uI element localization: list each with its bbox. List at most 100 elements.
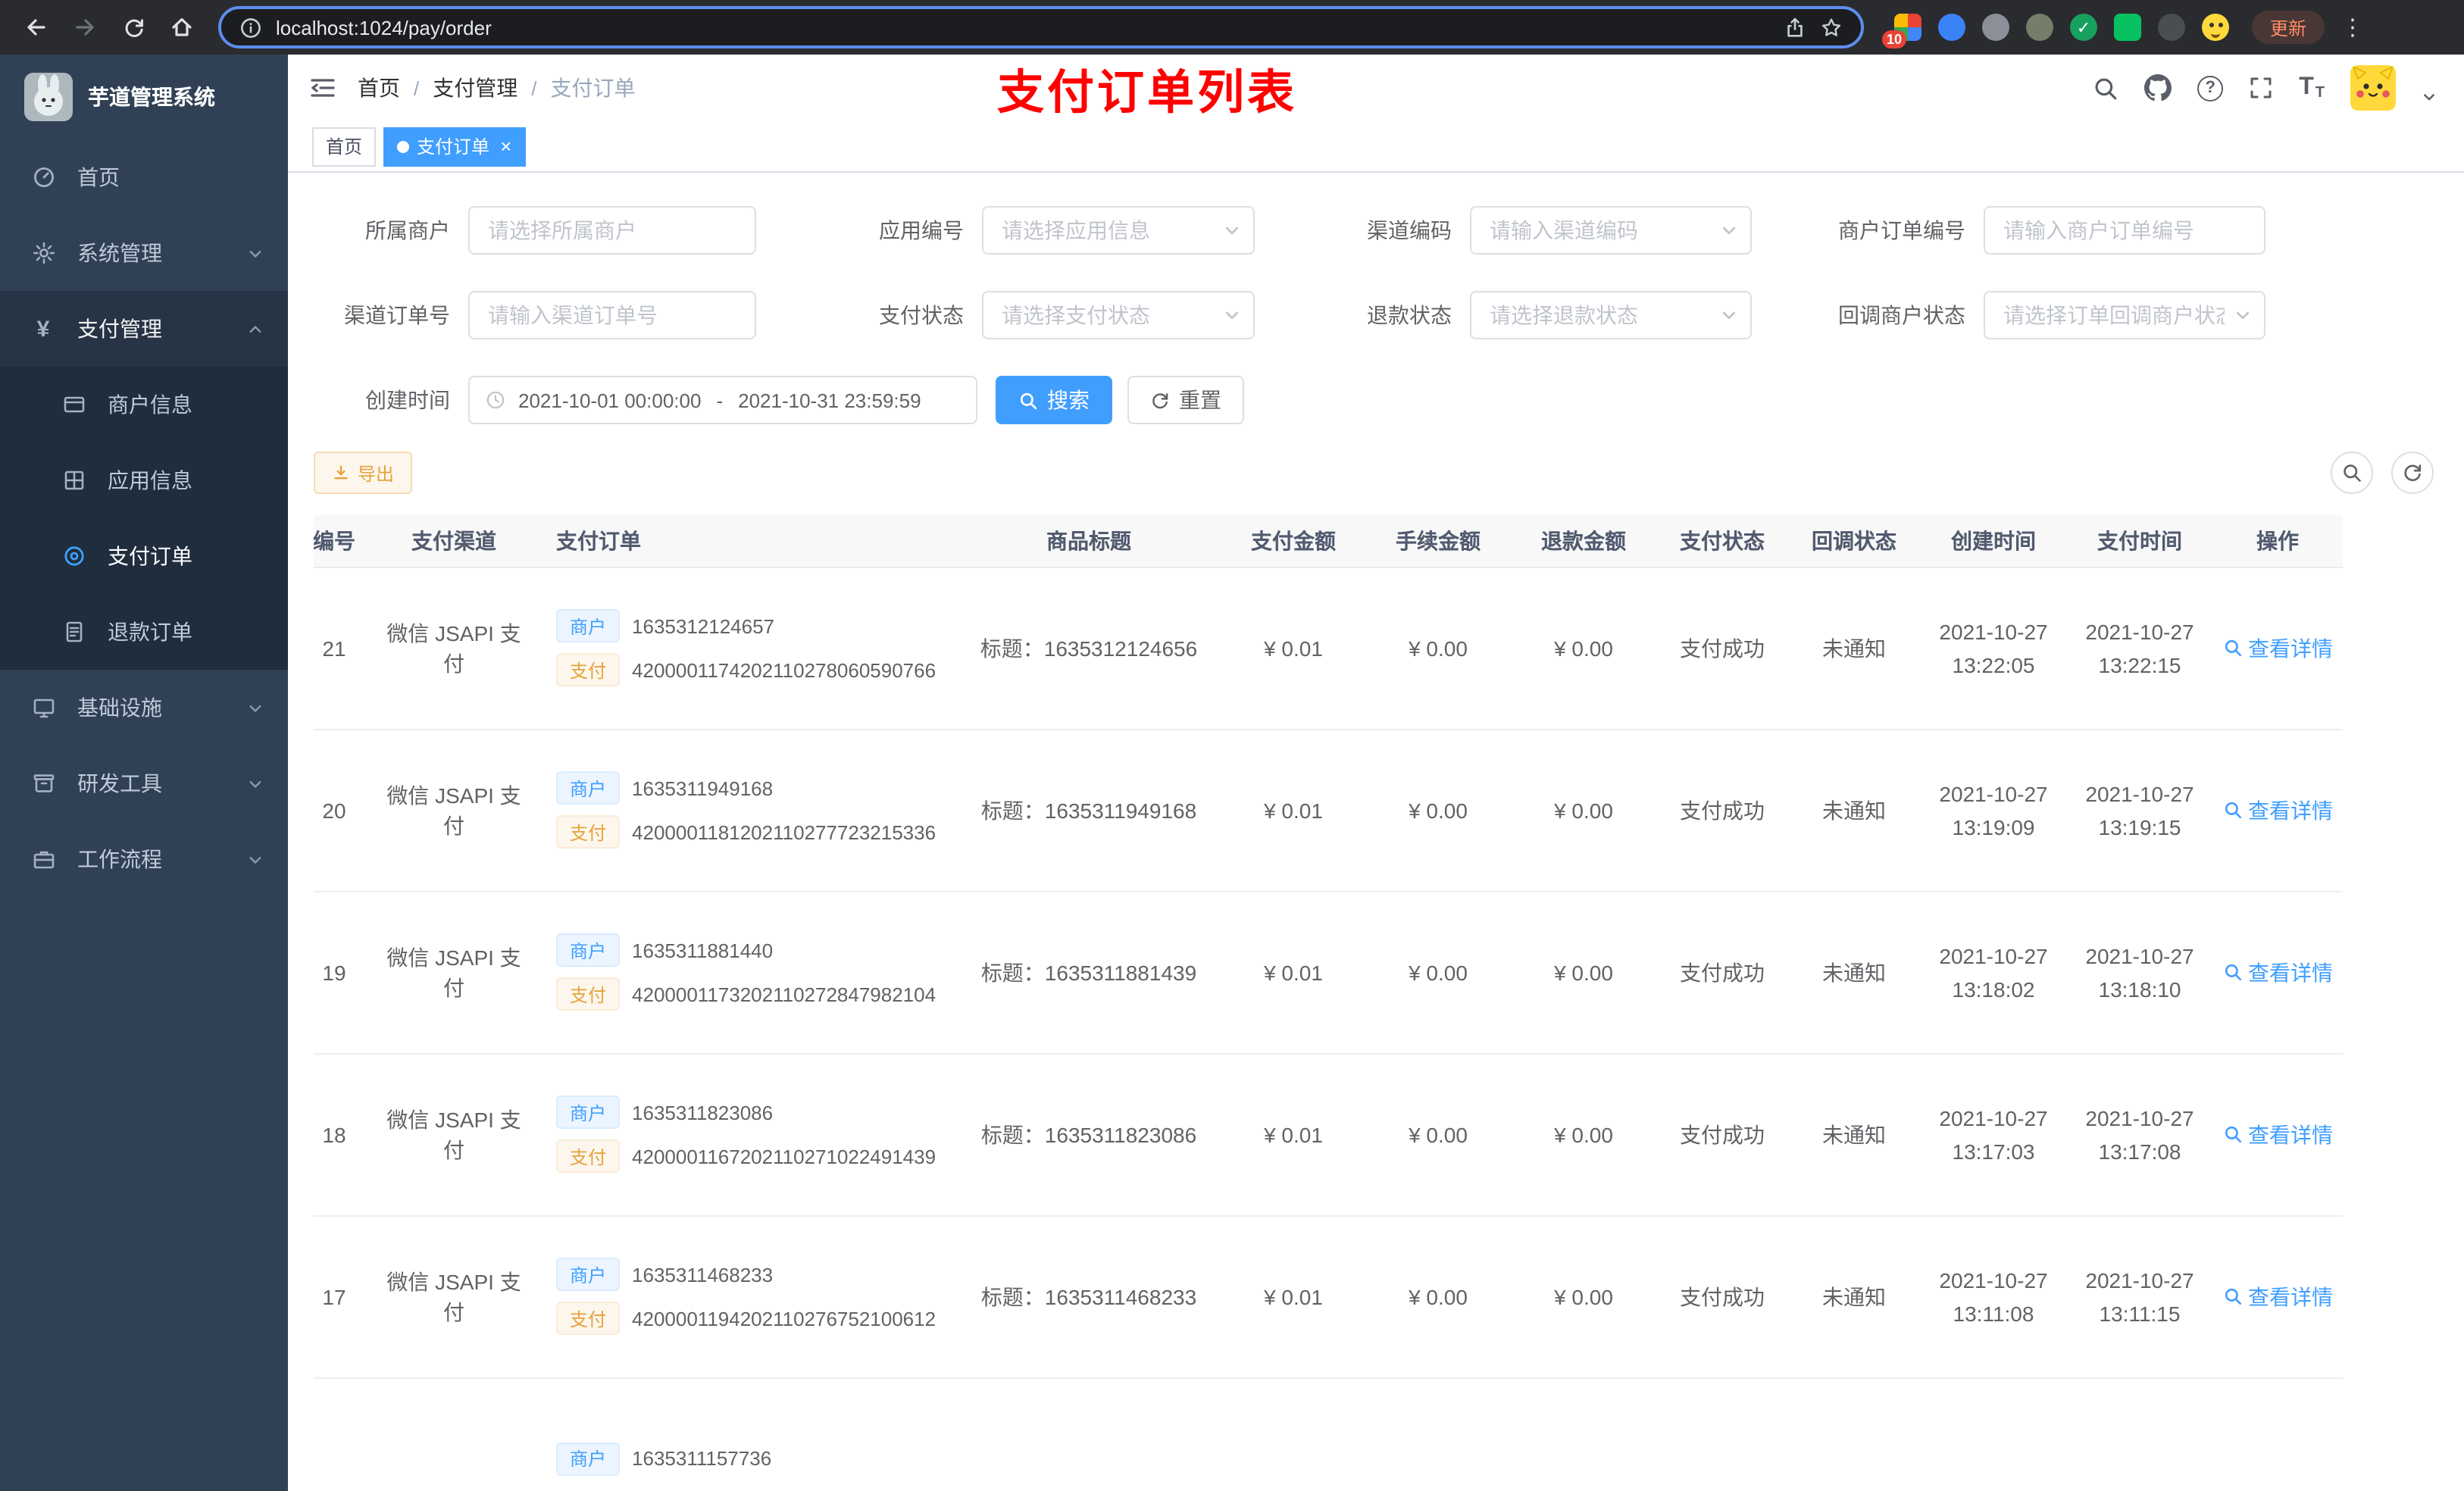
sidebar-item-pay[interactable]: ¥ 支付管理 (0, 291, 288, 367)
date-range-picker[interactable]: 2021-10-01 00:00:00 - 2021-10-31 23:59:5… (468, 376, 977, 424)
browser-profile-avatar[interactable] (2202, 14, 2229, 41)
breadcrumb-pay-manage[interactable]: 支付管理 (433, 73, 518, 103)
breadcrumb: 首页 / 支付管理 / 支付订单 (358, 73, 636, 103)
sidebar-item-devtool[interactable]: 研发工具 (0, 746, 288, 821)
sidebar-item-label: 支付订单 (108, 544, 192, 568)
table-row: 18 微信 JSAPI 支付 商户 1635311823086 支付 4200001… (314, 1053, 2343, 1216)
sidebar-item-pay-order[interactable]: 支付订单 (0, 518, 288, 594)
close-tab-icon[interactable]: × (500, 136, 511, 156)
search-button[interactable]: 搜索 (996, 376, 1112, 424)
paid-date: 2021-10-27 (2085, 1268, 2194, 1292)
orders-table: 编号 支付渠道 支付订单 商品标题 支付金额 手续金额 退款金额 支付状态 回调… (314, 515, 2434, 1491)
sidebar-item-workflow[interactable]: 工作流程 (0, 821, 288, 897)
tags-view: 首页 支付订单 × (288, 121, 2464, 173)
tab-label: 首页 (326, 136, 363, 158)
browser-forward-icon[interactable] (64, 6, 106, 48)
channel-pay-no: 4200001167202110271022491439 (632, 1145, 937, 1167)
annotation-title: 支付订单列表 (997, 66, 1297, 119)
sidebar-group-pay: ¥ 支付管理 商户信息 应用信息 支付订单 退款订单 (0, 291, 288, 670)
cell-paid: 2021-10-27 13:22:15 (2067, 567, 2212, 730)
channel-pay-no: 4200001173202110272847982104 (632, 983, 937, 1005)
chevron-down-icon (1720, 306, 1738, 324)
pay-tag: 支付 (556, 815, 621, 849)
browser-address-bar[interactable]: localhost:1024/pay/order (218, 6, 1864, 48)
user-avatar[interactable] (2350, 65, 2396, 111)
share-icon[interactable] (1784, 16, 1806, 39)
app-select[interactable]: 请选择应用信息 (982, 206, 1255, 255)
sidebar-toggle-icon[interactable] (309, 76, 336, 100)
filter-label: 退款状态 (1367, 303, 1452, 327)
merchant-order-no: 1635312124657 (632, 614, 775, 637)
browser-back-icon[interactable] (15, 6, 58, 48)
tab-label: 支付订单 (417, 136, 490, 158)
reset-button[interactable]: 重置 (1127, 376, 1244, 424)
bookmark-star-icon[interactable] (1820, 16, 1843, 39)
cell-id: 19 (314, 891, 376, 1054)
view-detail-link[interactable]: 查看详情 (2222, 1119, 2333, 1149)
avatar-dropdown-icon[interactable] (2422, 89, 2437, 105)
filter-label: 应用编号 (879, 218, 964, 242)
sidebar-item-refund-order[interactable]: 退款订单 (0, 594, 288, 670)
pay-status-select[interactable]: 请选择支付状态 (982, 291, 1255, 339)
cell-fee: ¥ 0.00 (1365, 567, 1511, 730)
channel-order-no-input[interactable] (468, 291, 756, 339)
site-info-icon[interactable] (239, 16, 262, 39)
cell-status: 支付成功 (1656, 567, 1788, 730)
extension-puzzle-icon[interactable]: 10 (1882, 14, 1921, 48)
view-detail-label: 查看详情 (2248, 960, 2333, 984)
cell-channel: 微信 JSAPI 支付 (376, 891, 532, 1054)
cell-notify: 未通知 (1788, 1053, 1920, 1216)
extension-icon[interactable] (2158, 14, 2185, 41)
filter-channel-order-no: 渠道订单号 (314, 291, 756, 339)
sidebar-item-system[interactable]: 系统管理 (0, 215, 288, 291)
sidebar-item-app-info[interactable]: 应用信息 (0, 442, 288, 518)
fullscreen-icon[interactable] (2249, 76, 2273, 100)
view-detail-link[interactable]: 查看详情 (2222, 1281, 2333, 1311)
font-size-icon[interactable]: TT (2299, 74, 2325, 102)
browser-update-button[interactable]: 更新 (2252, 11, 2325, 44)
view-detail-link[interactable]: 查看详情 (2222, 957, 2333, 987)
extension-icon[interactable] (1938, 14, 1965, 41)
extension-chat-icon[interactable] (2114, 14, 2141, 41)
extension-icon[interactable] (2026, 14, 2053, 41)
merchant-input[interactable] (468, 206, 756, 255)
search-icon[interactable] (2093, 75, 2118, 101)
sidebar-item-merchant-info[interactable]: 商户信息 (0, 367, 288, 442)
paid-date: 2021-10-27 (2085, 619, 2194, 643)
view-detail-label: 查看详情 (2248, 1122, 2333, 1146)
channel-pay-no: 4200001194202110276752100612 (632, 1307, 937, 1330)
sidebar-item-home[interactable]: 首页 (0, 139, 288, 215)
callback-status-select[interactable]: 请选择订单回调商户状态 (1984, 291, 2265, 339)
refund-status-select[interactable]: 请选择退款状态 (1470, 291, 1752, 339)
filter-app: 应用编号 请选择应用信息 (835, 206, 1255, 255)
browser-home-icon[interactable] (161, 6, 203, 48)
breadcrumb-home[interactable]: 首页 (358, 73, 400, 103)
extension-icon[interactable] (1982, 14, 2009, 41)
toggle-search-icon[interactable] (2331, 452, 2373, 494)
col-created: 创建时间 (1920, 515, 2067, 567)
paid-date: 2021-10-27 (2085, 1105, 2194, 1130)
export-button[interactable]: 导出 (314, 452, 413, 494)
cell-refund: ¥ 0.00 (1511, 567, 1656, 730)
refresh-table-icon[interactable] (2391, 452, 2434, 494)
github-icon[interactable] (2144, 74, 2172, 102)
cell-paid: 2021-10-27 13:19:15 (2067, 729, 2212, 892)
view-detail-link[interactable]: 查看详情 (2222, 795, 2333, 825)
browser-menu-icon[interactable]: ⋮ (2341, 14, 2364, 41)
view-detail-link[interactable]: 查看详情 (2222, 633, 2333, 663)
tab-pay-order[interactable]: 支付订单 × (383, 127, 526, 166)
channel-code-select[interactable]: 请输入渠道编码 (1470, 206, 1752, 255)
extension-check-icon[interactable] (2070, 14, 2097, 41)
cell-order: 商户 1635312124657 支付 4200001174202110278060… (532, 567, 956, 730)
col-status: 支付状态 (1656, 515, 1788, 567)
browser-reload-icon[interactable] (112, 6, 155, 48)
tab-home[interactable]: 首页 (312, 127, 377, 166)
briefcase-icon (30, 846, 56, 872)
merchant-order-no-input[interactable] (1984, 206, 2265, 255)
sidebar: 芋道管理系统 首页 系统管理 ¥ 支付管理 商户信息 应用信息 支付订单 退款订… (0, 55, 288, 1491)
sidebar-item-infra[interactable]: 基础设施 (0, 670, 288, 746)
select-placeholder: 请选择支付状态 (1002, 303, 1150, 327)
help-icon[interactable]: ? (2197, 75, 2224, 101)
cell-order: 商户 1635311823086 支付 4200001167202110271022… (532, 1053, 956, 1216)
table-header-row: 编号 支付渠道 支付订单 商品标题 支付金额 手续金额 退款金额 支付状态 回调… (314, 515, 2343, 567)
